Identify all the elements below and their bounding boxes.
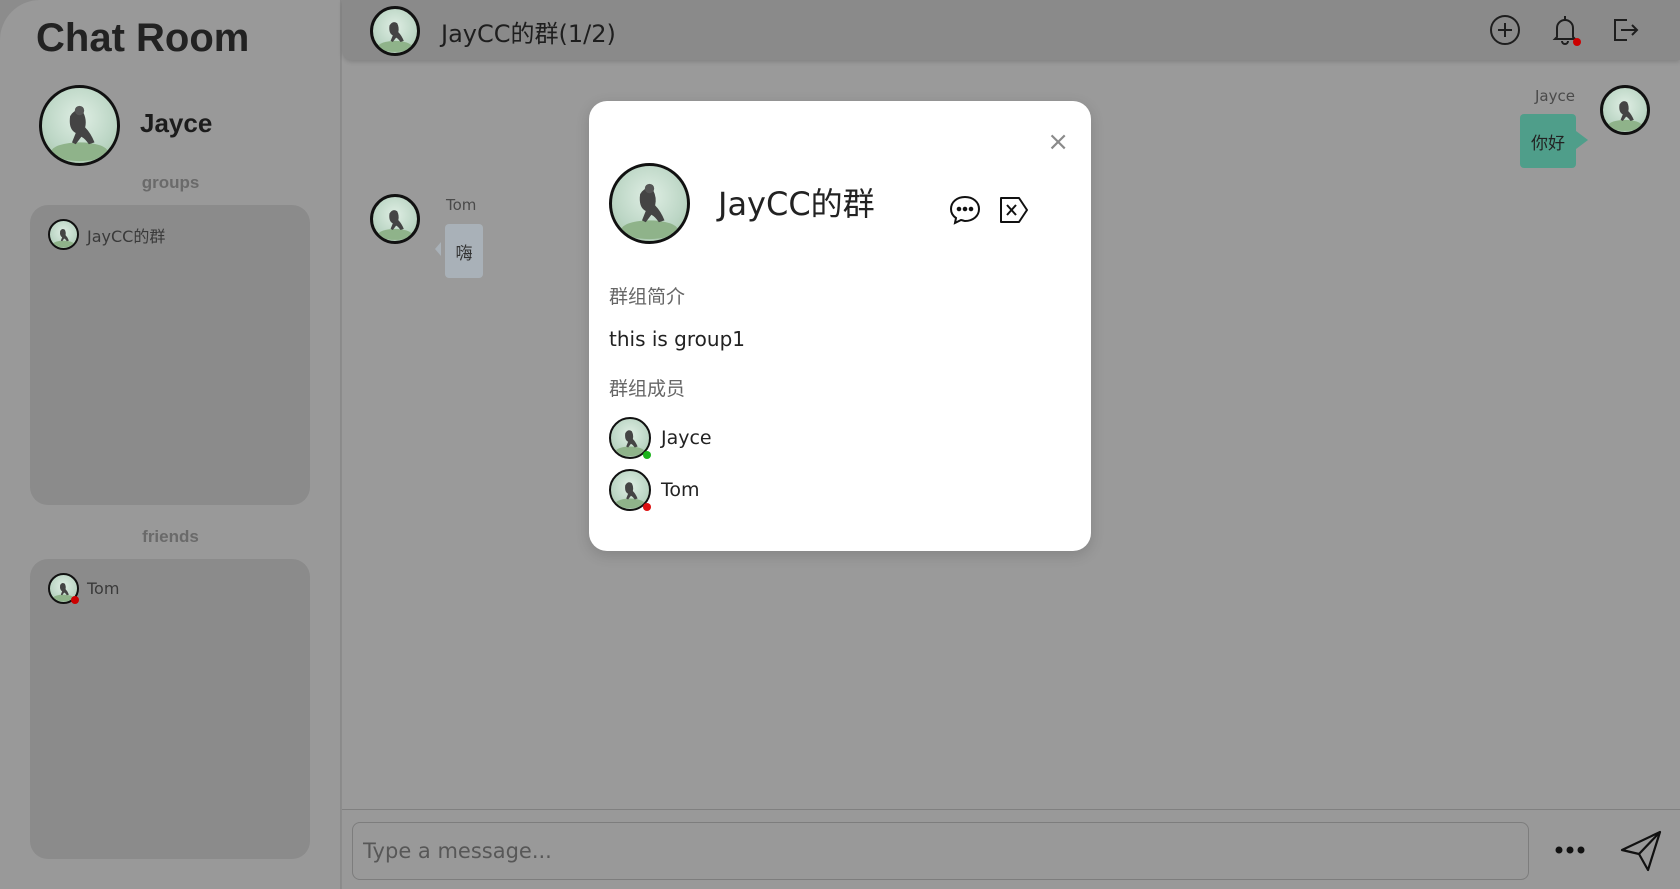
- app-title: Chat Room: [36, 16, 250, 60]
- member-name: Jayce: [661, 427, 712, 449]
- friend-name: Tom: [87, 579, 120, 598]
- message-avatar[interactable]: [1600, 85, 1650, 135]
- group-name: JayCC的群: [87, 226, 166, 246]
- chat-bubble-icon[interactable]: [948, 193, 982, 227]
- message-sender: Tom: [446, 196, 477, 214]
- group-description-label: 群组简介: [609, 286, 686, 308]
- modal-group-title: JayCC的群: [718, 185, 875, 223]
- plus-circle-icon[interactable]: [1487, 12, 1523, 48]
- member-name: Tom: [661, 479, 700, 501]
- close-icon[interactable]: ×: [1047, 129, 1069, 155]
- message-avatar[interactable]: [370, 194, 420, 244]
- friends-label: friends: [142, 527, 199, 546]
- message-input[interactable]: [352, 822, 1529, 880]
- more-options-icon[interactable]: [1550, 830, 1590, 870]
- leave-group-icon[interactable]: [996, 193, 1030, 227]
- group-item[interactable]: JayCC的群: [30, 205, 310, 250]
- profile-name: Jayce: [140, 108, 213, 138]
- message-bubble: 嗨: [435, 224, 483, 278]
- profile-avatar[interactable]: [39, 85, 120, 166]
- friend-avatar: [48, 573, 79, 604]
- offline-status-dot: [643, 503, 651, 511]
- message-bubble: 你好: [1520, 114, 1588, 168]
- composer: [342, 809, 1680, 889]
- chat-title: JayCC的群(1/2): [441, 20, 616, 48]
- notification-dot: [1573, 38, 1581, 46]
- groups-panel: JayCC的群: [30, 205, 310, 505]
- modal-group-avatar: [609, 163, 690, 244]
- offline-status-dot: [71, 596, 79, 604]
- group-description: this is group1: [609, 327, 745, 351]
- group-avatar: [48, 219, 79, 250]
- group-members-label: 群组成员: [609, 378, 686, 400]
- groups-label: groups: [141, 173, 200, 192]
- friend-item[interactable]: Tom: [30, 559, 310, 604]
- header-group-avatar[interactable]: [370, 6, 420, 56]
- member-item[interactable]: Jayce: [609, 417, 712, 459]
- member-avatar: [609, 417, 651, 459]
- sidebar: Chat Room Jayce groups JayCC的群 friends T…: [0, 0, 341, 889]
- bell-icon[interactable]: [1547, 12, 1583, 48]
- member-avatar: [609, 469, 651, 511]
- logout-icon[interactable]: [1607, 12, 1643, 48]
- send-icon[interactable]: [1618, 828, 1664, 874]
- friends-panel: Tom: [30, 559, 310, 859]
- group-info-modal: × JayCC的群 群组简介 this is group1 群组成员 Jayce…: [589, 101, 1091, 551]
- member-item[interactable]: Tom: [609, 469, 700, 511]
- chat-header: JayCC的群(1/2): [342, 0, 1680, 60]
- online-status-dot: [643, 451, 651, 459]
- message-sender: Jayce: [1535, 87, 1575, 105]
